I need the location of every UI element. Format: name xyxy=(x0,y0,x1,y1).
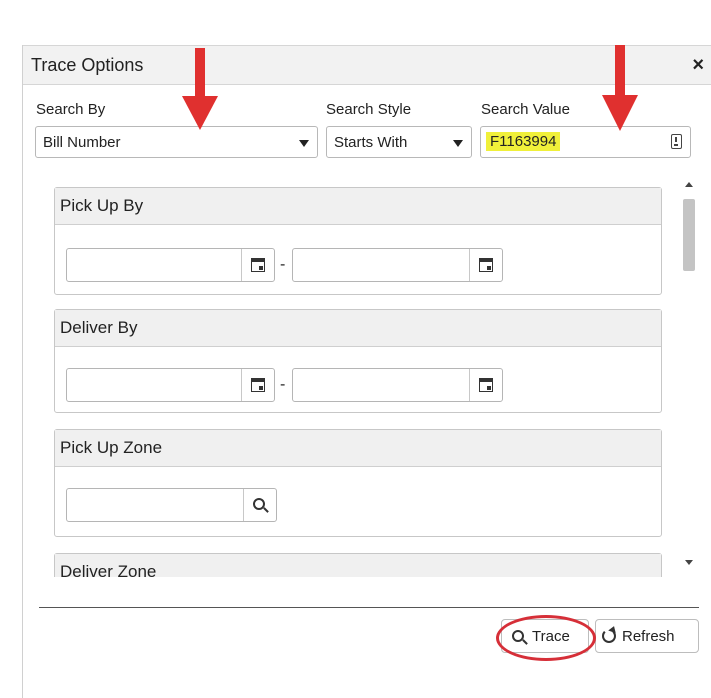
pickup-by-title: Pick Up By xyxy=(60,196,144,215)
panel-header: Deliver By xyxy=(55,310,661,347)
vertical-scrollbar[interactable] xyxy=(680,177,698,577)
search-style-label: Search Style xyxy=(326,101,412,118)
pickup-zone-panel: Pick Up Zone xyxy=(54,429,662,537)
highlight-circle xyxy=(496,615,596,661)
calendar-icon xyxy=(251,258,265,272)
calendar-button[interactable] xyxy=(241,249,274,281)
deliver-by-panel: Deliver By - xyxy=(54,309,662,413)
calendar-icon xyxy=(251,378,265,392)
calendar-button[interactable] xyxy=(469,369,502,401)
calendar-icon xyxy=(479,258,493,272)
scroll-down-icon[interactable] xyxy=(685,560,693,565)
calendar-icon xyxy=(479,378,493,392)
annotation-arrow-down-icon xyxy=(602,45,638,131)
search-style-select[interactable]: Starts With xyxy=(326,126,472,158)
range-separator: - xyxy=(280,256,286,273)
search-value-label: Search Value xyxy=(481,101,570,118)
calculator-icon[interactable] xyxy=(671,134,682,149)
panel-header: Pick Up By xyxy=(55,188,661,225)
panel-header: Deliver Zone xyxy=(55,554,661,577)
deliver-to-date-input[interactable] xyxy=(292,368,503,402)
options-scroll-area: Pick Up By - Deliver By - Pick Up Zone D… xyxy=(35,177,680,577)
trace-options-dialog: Trace Options × Search By Bill Number Se… xyxy=(22,45,711,698)
chevron-down-icon xyxy=(453,140,463,147)
chevron-down-icon xyxy=(299,140,309,147)
scroll-up-icon[interactable] xyxy=(685,182,693,187)
pickup-zone-input[interactable] xyxy=(66,488,277,522)
search-icon xyxy=(252,497,265,510)
footer-divider xyxy=(39,607,699,608)
search-style-value: Starts With xyxy=(334,134,408,151)
deliver-from-date-input[interactable] xyxy=(66,368,275,402)
scroll-thumb[interactable] xyxy=(683,199,695,271)
search-value-text: F1163994 xyxy=(486,132,561,151)
calendar-button[interactable] xyxy=(469,249,502,281)
calendar-button[interactable] xyxy=(241,369,274,401)
search-value-input[interactable]: F1163994 xyxy=(480,126,691,158)
close-icon[interactable]: × xyxy=(692,54,704,77)
refresh-label: Refresh xyxy=(622,627,675,645)
deliver-zone-title: Deliver Zone xyxy=(60,562,157,577)
search-by-value: Bill Number xyxy=(43,134,121,151)
search-by-label: Search By xyxy=(36,101,106,118)
pickup-to-date-input[interactable] xyxy=(292,248,503,282)
panel-header: Pick Up Zone xyxy=(55,430,661,467)
range-separator: - xyxy=(280,376,286,393)
annotation-arrow-down-icon xyxy=(182,48,218,130)
refresh-icon xyxy=(602,629,616,643)
pickup-from-date-input[interactable] xyxy=(66,248,275,282)
dialog-title: Trace Options xyxy=(31,55,144,75)
refresh-button[interactable]: Refresh xyxy=(595,619,699,653)
deliver-zone-panel: Deliver Zone xyxy=(54,553,662,577)
pickup-zone-title: Pick Up Zone xyxy=(60,438,163,457)
deliver-by-title: Deliver By xyxy=(60,318,138,337)
zone-search-button[interactable] xyxy=(243,489,276,521)
pickup-by-panel: Pick Up By - xyxy=(54,187,662,295)
search-by-select[interactable]: Bill Number xyxy=(35,126,318,158)
